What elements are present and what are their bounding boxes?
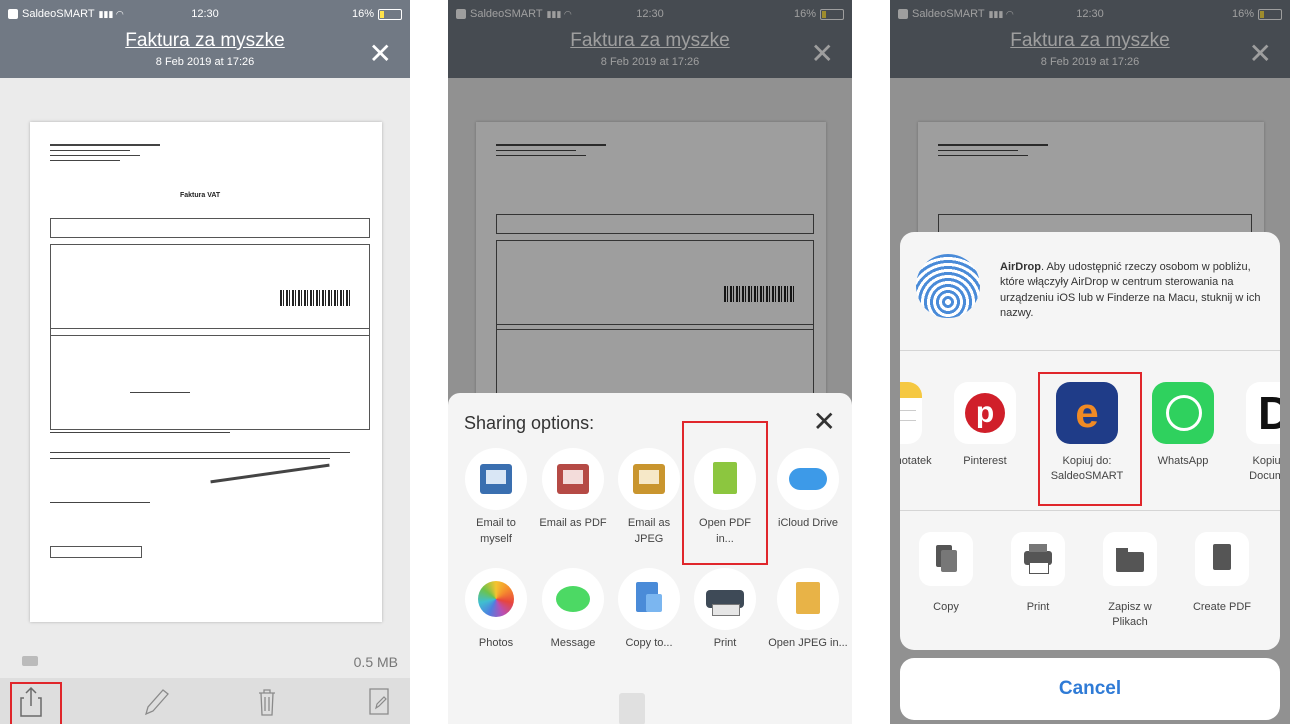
action-label: Create PDF bbox=[1192, 601, 1252, 613]
action-create-pdf[interactable]: Create PDF bbox=[1182, 532, 1262, 615]
battery-percent: 16% bbox=[351, 8, 374, 20]
app-documents[interactable]: D Kopiuj do: Documents bbox=[1234, 382, 1280, 484]
action-label: Copy bbox=[933, 601, 959, 613]
envelope-pdf-icon bbox=[542, 448, 604, 510]
separator bbox=[900, 350, 1280, 351]
app-badge-icon bbox=[8, 9, 18, 19]
app-pinterest[interactable]: p Pinterest bbox=[942, 382, 1028, 469]
document-edit-button[interactable] bbox=[360, 684, 398, 718]
create-pdf-icon bbox=[1195, 532, 1249, 586]
option-label: Email to myself bbox=[476, 517, 516, 545]
cancel-button[interactable]: Cancel bbox=[900, 658, 1280, 720]
more-option-icon[interactable] bbox=[619, 693, 645, 724]
status-bar: SaldeoSMART ▮▮▮ ◠ 12:30 16% bbox=[8, 6, 402, 22]
pencil-icon bbox=[144, 689, 169, 716]
ios-share-sheet-screen: SaldeoSMART ▮▮▮ ◠ 12:30 16% Faktura za my… bbox=[890, 0, 1290, 724]
icloud-icon bbox=[777, 448, 839, 510]
close-icon[interactable]: ✕ bbox=[369, 40, 392, 68]
airdrop-title: AirDrop bbox=[1000, 261, 1041, 273]
sharing-options-sheet: Sharing options: ✕ Email to myself Email… bbox=[448, 393, 852, 724]
carrier-name: SaldeoSMART bbox=[22, 8, 95, 20]
share-button-highlight bbox=[10, 682, 62, 724]
option-label: Open JPEG in... bbox=[768, 637, 848, 649]
whatsapp-icon bbox=[1152, 382, 1214, 444]
app-label: dodaj do notatek bbox=[900, 455, 932, 467]
app-label: WhatsApp bbox=[1157, 455, 1209, 467]
folder-icon bbox=[1103, 532, 1157, 586]
share-sheet: AirDrop. Aby udostępnić rzeczy osobom w … bbox=[900, 232, 1280, 650]
app-whatsapp[interactable]: WhatsApp bbox=[1140, 382, 1226, 469]
keyboard-icon bbox=[22, 656, 38, 666]
option-email-to-myself[interactable]: Email to myself bbox=[461, 448, 531, 548]
option-label: Email as PDF bbox=[539, 517, 607, 529]
option-email-as-jpeg[interactable]: Email as JPEG bbox=[614, 448, 684, 548]
navigation-bar: SaldeoSMART ▮▮▮ ◠ 12:30 16% Faktura za my… bbox=[0, 0, 410, 78]
app-label: Kopiuj do: Documents bbox=[1249, 455, 1280, 482]
option-message[interactable]: Message bbox=[538, 568, 608, 652]
jpeg-file-icon bbox=[777, 568, 839, 630]
delete-button[interactable] bbox=[248, 684, 286, 718]
saldeosmart-highlight bbox=[1038, 372, 1142, 506]
document-heading: Faktura VAT bbox=[180, 192, 221, 199]
option-open-jpeg-in[interactable]: Open JPEG in... bbox=[766, 568, 850, 652]
option-label: Copy to... bbox=[625, 637, 673, 649]
copy-icon bbox=[919, 532, 973, 586]
separator bbox=[900, 510, 1280, 511]
page-subtitle: 8 Feb 2019 at 17:26 bbox=[155, 56, 255, 68]
edit-button[interactable] bbox=[136, 684, 174, 718]
option-icloud-drive[interactable]: iCloud Drive bbox=[766, 448, 850, 532]
documents-icon: D bbox=[1246, 382, 1280, 444]
message-icon bbox=[542, 568, 604, 630]
notes-icon bbox=[900, 382, 922, 444]
envelope-jpeg-icon bbox=[618, 448, 680, 510]
action-label: Print bbox=[1026, 601, 1050, 613]
app-notes[interactable]: dodaj do notatek bbox=[900, 382, 934, 469]
action-save-to-files[interactable]: Zapisz w Plikach bbox=[1090, 532, 1170, 630]
bottom-toolbar bbox=[0, 678, 410, 724]
option-photos[interactable]: Photos bbox=[461, 568, 531, 652]
airdrop-icon[interactable] bbox=[916, 254, 980, 318]
photos-icon bbox=[465, 568, 527, 630]
file-size: 0.5 MB bbox=[353, 654, 398, 670]
envelope-blue-icon bbox=[465, 448, 527, 510]
page-title: Faktura za myszke bbox=[125, 30, 285, 51]
option-print[interactable]: Print bbox=[690, 568, 760, 652]
document-pencil-icon bbox=[369, 688, 389, 715]
option-label: iCloud Drive bbox=[778, 517, 838, 529]
copy-to-icon bbox=[618, 568, 680, 630]
action-print[interactable]: Print bbox=[998, 532, 1078, 615]
app-label: Pinterest bbox=[963, 455, 1007, 467]
option-label: Email as JPEG bbox=[627, 517, 671, 545]
signal-icon: ▮▮▮ ◠ bbox=[98, 8, 124, 19]
action-copy[interactable]: Copy bbox=[906, 532, 986, 615]
file-info-bar: 0.5 MB bbox=[0, 648, 410, 678]
close-sheet-icon[interactable]: ✕ bbox=[813, 405, 836, 438]
option-label: Print bbox=[713, 637, 737, 649]
option-email-as-pdf[interactable]: Email as PDF bbox=[538, 448, 608, 532]
sheet-title: Sharing options: bbox=[464, 413, 595, 433]
sharing-options-screen: SaldeoSMART ▮▮▮ ◠ 12:30 16% Faktura za my… bbox=[448, 0, 852, 724]
document-area: Faktura VAT bbox=[0, 78, 410, 724]
open-pdf-highlight bbox=[682, 421, 768, 565]
trash-icon bbox=[259, 689, 275, 716]
pinterest-icon: p bbox=[954, 382, 1016, 444]
option-label: Message bbox=[550, 637, 596, 649]
printer-icon bbox=[694, 568, 756, 630]
option-label: Photos bbox=[478, 637, 514, 649]
invoice-document: Faktura VAT bbox=[30, 122, 382, 622]
clock: 12:30 bbox=[191, 8, 219, 20]
option-copy-to[interactable]: Copy to... bbox=[614, 568, 684, 652]
invoice-preview-screen: SaldeoSMART ▮▮▮ ◠ 12:30 16% Faktura za my… bbox=[0, 0, 410, 724]
airdrop-description: AirDrop. Aby udostępnić rzeczy osobom w … bbox=[1000, 260, 1262, 322]
print-icon bbox=[1011, 532, 1065, 586]
action-label: Zapisz w Plikach bbox=[1108, 601, 1152, 628]
battery-icon bbox=[378, 8, 402, 20]
